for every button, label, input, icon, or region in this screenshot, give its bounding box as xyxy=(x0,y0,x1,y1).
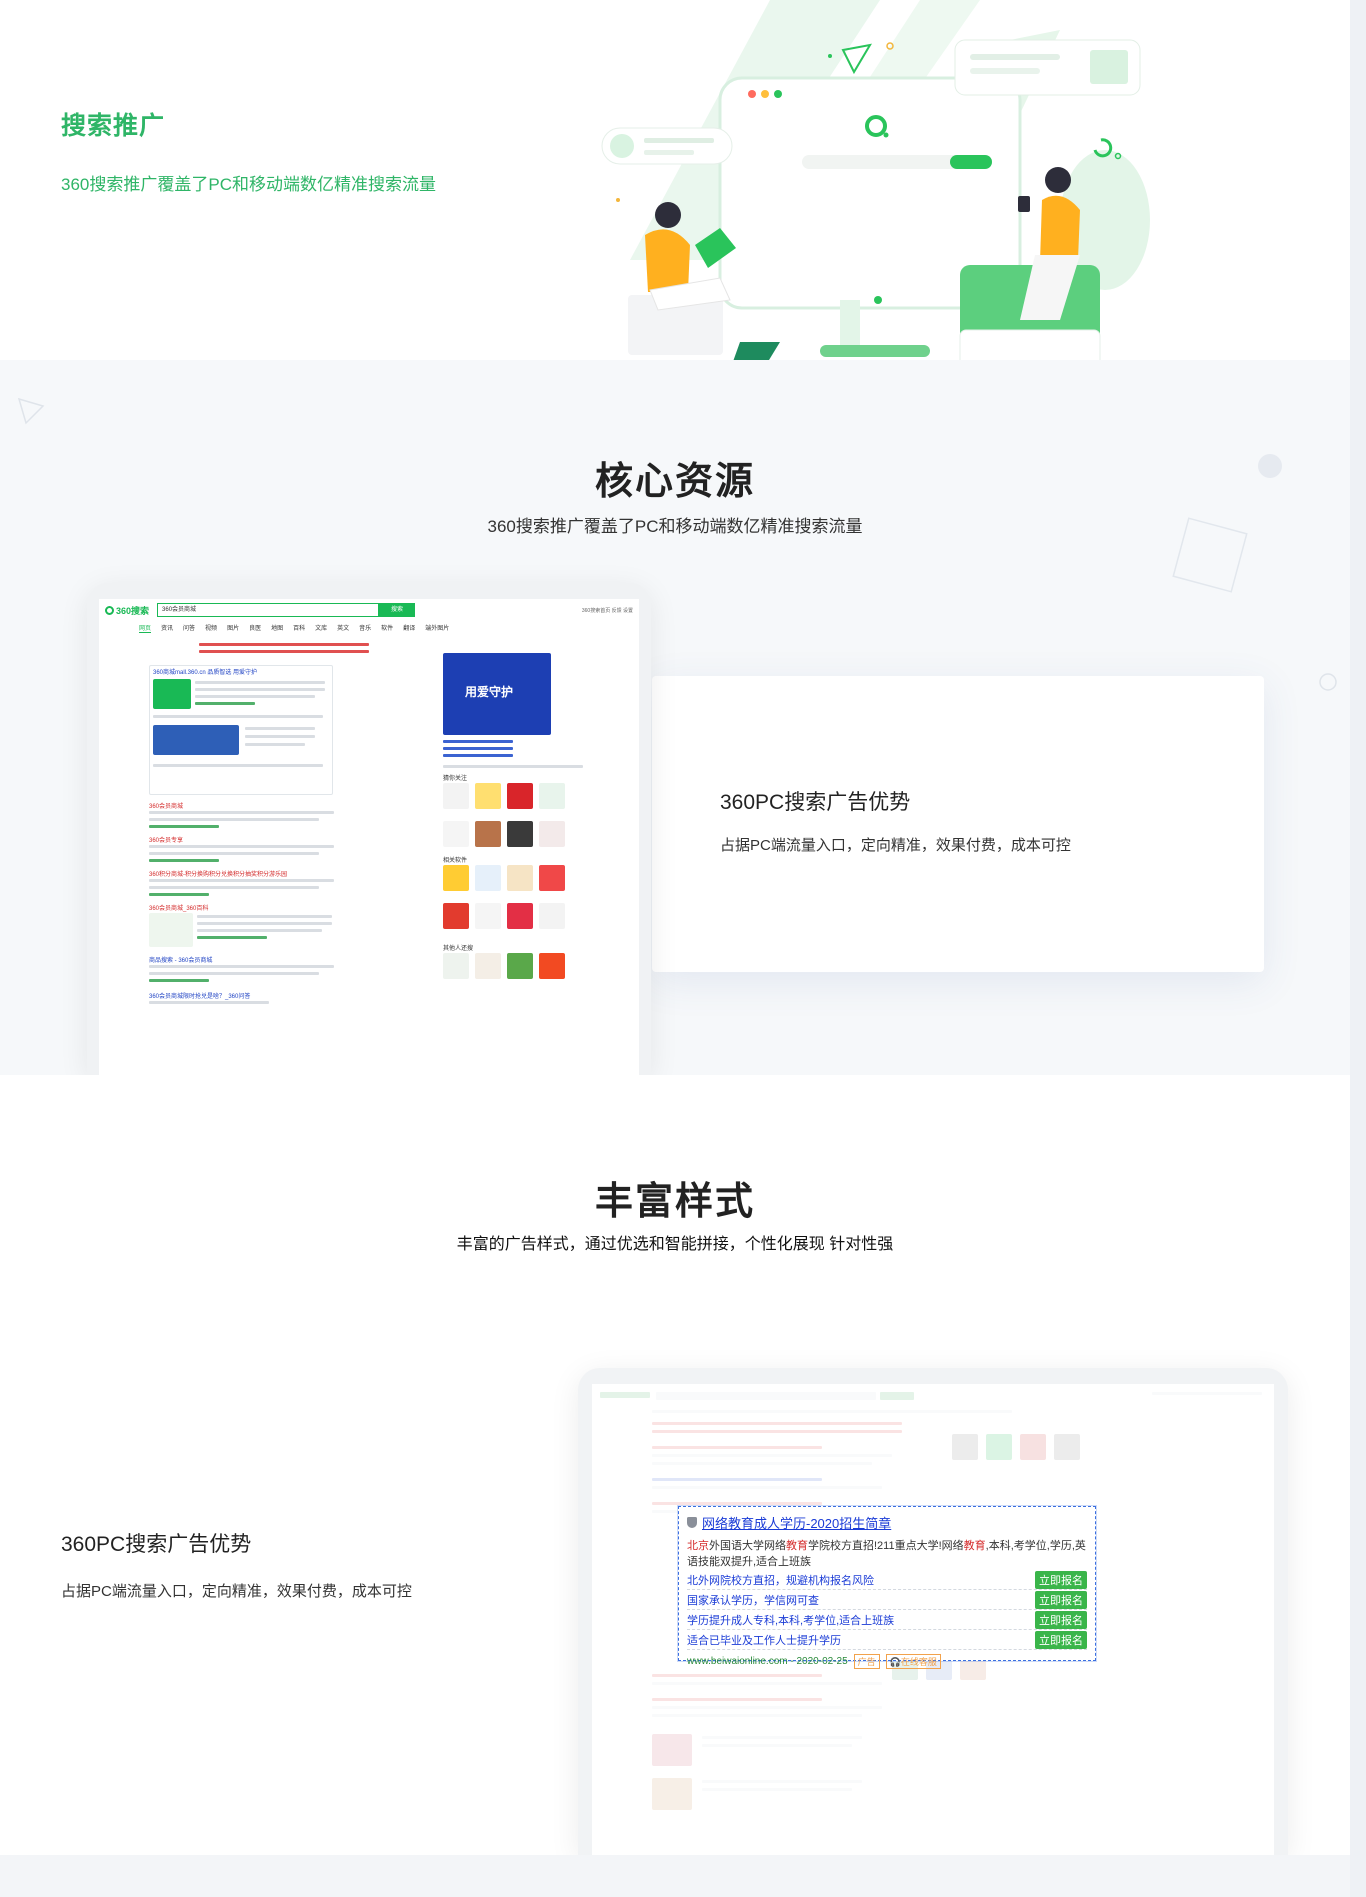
core-resources-subtitle: 360搜索推广覆盖了PC和移动端数亿精准搜索流量 xyxy=(487,517,863,536)
signup-button[interactable]: 立即报名 xyxy=(1035,1631,1087,1649)
ad-sublink[interactable]: 北外网院校方直招，规避机构报名风险 xyxy=(687,1572,874,1588)
search-tab[interactable]: 文库 xyxy=(315,623,327,633)
search-input[interactable]: 360会员商城 xyxy=(157,603,380,617)
search-tab[interactable]: 音乐 xyxy=(359,623,371,633)
ad-description: 北京外国语大学网络教育学院校方直招!211重点大学!网络教育,本科,考学位,学历… xyxy=(687,1540,1086,1568)
search-button[interactable]: 搜索 xyxy=(379,603,416,617)
pc-ad-advantage-card: 360PC搜索广告优势 占据PC端流量入口，定向精准，效果付费，成本可控 xyxy=(652,676,1264,972)
ad-sublink-row[interactable]: 学历提升成人专科,本科,考学位,适合上班族 立即报名 xyxy=(687,1611,1087,1630)
ad-tag: 广告 xyxy=(853,1654,880,1669)
side-banner-label: 用爱守护 xyxy=(465,685,514,699)
search-tab[interactable]: 问答 xyxy=(183,623,195,633)
core-resources-section: 核心资源 360搜索推广覆盖了PC和移动端数亿精准搜索流量 360PC搜索广告优… xyxy=(0,360,1350,1075)
hero-subtitle: 360搜索推广覆盖了PC和移动端数亿精准搜索流量 xyxy=(61,175,436,194)
decor-ring-icon xyxy=(1319,673,1337,691)
pc-ad-advantage-desc: 占据PC端流量入口，定向精准，效果付费，成本可控 xyxy=(61,1583,412,1600)
search-tab[interactable]: 良医 xyxy=(249,623,261,633)
pc-ad-advantage-title: 360PC搜索广告优势 xyxy=(61,1533,252,1556)
ad-title-link[interactable]: 网络教育成人学历-2020招生简章 xyxy=(687,1513,1087,1532)
ad-sublink[interactable]: 国家承认学历，学信网可查 xyxy=(687,1592,819,1608)
result-title[interactable]: 360会员商城限时抢兑是啥？_360问答 xyxy=(149,991,250,1000)
search-tab[interactable]: 资讯 xyxy=(161,623,173,633)
search-tab[interactable]: 百科 xyxy=(293,623,305,633)
search-tab[interactable]: 英文 xyxy=(337,623,349,633)
result-title[interactable]: 商品搜索 - 360会员商城 xyxy=(149,955,212,964)
search-logo: 360搜索 xyxy=(105,604,149,617)
side-section-label: 其他人还搜 xyxy=(443,946,474,952)
search-ad-card[interactable]: 网络教育成人学历-2020招生简章 北京外国语大学网络教育学院校方直招!211重… xyxy=(678,1506,1096,1669)
ad-sublink-row[interactable]: 适合已毕业及工作人士提升学历 立即报名 xyxy=(687,1631,1087,1650)
pc-ad-advantage-title: 360PC搜索广告优势 xyxy=(720,791,911,814)
ad-style-laptop: 网络教育成人学历-2020招生简章 北京外国语大学网络教育学院校方直招!211重… xyxy=(578,1368,1288,1855)
ad-title-text: 网络教育成人学历-2020招生简章 xyxy=(702,1516,892,1531)
search-tab[interactable]: 网页 xyxy=(139,623,152,633)
search-tab[interactable]: 端外图片 xyxy=(425,623,449,633)
online-service-button[interactable]: 🎧在线客服 xyxy=(885,1654,941,1669)
result-title[interactable]: 360会员商城_360百科 xyxy=(149,903,208,912)
rich-styles-title: 丰富样式 xyxy=(594,1181,755,1223)
result-title[interactable]: 360积分商城-积分换购积分兑换积分抽奖积分游乐园 xyxy=(149,869,287,878)
ad-display-url[interactable]: www.beiwaionline.com - 2020-02-25 xyxy=(687,1656,848,1667)
hero-illustration xyxy=(601,0,1150,390)
ad-style-screen: 网络教育成人学历-2020招生简章 北京外国语大学网络教育学院校方直招!211重… xyxy=(592,1384,1274,1855)
decor-triangle-icon xyxy=(17,397,45,425)
shield-icon xyxy=(687,1517,697,1528)
search-tab[interactable]: 图片 xyxy=(227,623,239,633)
hero-title: 搜索推广 xyxy=(61,112,166,140)
signup-button[interactable]: 立即报名 xyxy=(1035,1611,1087,1629)
result-title[interactable]: 360会员专享 xyxy=(149,835,183,844)
result-title[interactable]: 360会员商城 xyxy=(149,801,183,810)
page: 搜索推广 360搜索推广覆盖了PC和移动端数亿精准搜索流量 核心资源 360搜索… xyxy=(0,0,1366,1897)
bottom-band xyxy=(0,1855,1350,1897)
search-top-links[interactable]: 360搜索首页 反馈 设置 xyxy=(582,607,633,614)
rich-styles-subtitle: 丰富的广告样式，通过优选和智能拼接，个性化展现 针对性强 xyxy=(456,1236,894,1253)
rich-styles-section: 丰富样式 丰富的广告样式，通过优选和智能拼接，个性化展现 针对性强 360PC搜… xyxy=(0,1075,1350,1855)
search-tab[interactable]: 地图 xyxy=(271,623,283,633)
ad-footer: www.beiwaionline.com - 2020-02-25 广告 🎧在线… xyxy=(687,1654,1087,1669)
side-section-label: 猜你关注 xyxy=(443,776,468,782)
ad-sublink-row[interactable]: 北外网院校方直招，规避机构报名风险 立即报名 xyxy=(687,1571,1087,1590)
ad-sublink[interactable]: 适合已毕业及工作人士提升学历 xyxy=(687,1632,841,1648)
ad-sublink-row[interactable]: 国家承认学历，学信网可查 立即报名 xyxy=(687,1591,1087,1610)
search-tab[interactable]: 翻译 xyxy=(403,623,415,633)
ad-sublink[interactable]: 学历提升成人专科,本科,考学位,适合上班族 xyxy=(687,1612,894,1628)
hero-section: 搜索推广 360搜索推广覆盖了PC和移动端数亿精准搜索流量 xyxy=(0,0,1350,390)
search-tab[interactable]: 软件 xyxy=(381,623,393,633)
search-header: 360搜索 360会员商城 搜索 360搜索首页 反馈 设置 xyxy=(99,599,639,621)
signup-button[interactable]: 立即报名 xyxy=(1035,1571,1087,1589)
search-result-laptop: 360搜索 360会员商城 搜索 360搜索首页 反馈 设置 网页 资讯 问答 … xyxy=(87,583,651,1075)
search-tabs: 网页 资讯 问答 视频 图片 良医 地图 百科 文库 英文 音乐 软件 翻译 端… xyxy=(139,623,449,633)
result-title[interactable]: 360商城mall.360.cn 品质智选 用爱守护 xyxy=(153,667,257,676)
pc-ad-advantage-desc: 占据PC端流量入口，定向精准，效果付费，成本可控 xyxy=(720,837,1071,854)
core-resources-title: 核心资源 xyxy=(594,461,755,503)
page-scrollbar-track[interactable] xyxy=(1350,0,1366,1897)
side-section-label: 相关软件 xyxy=(443,858,468,864)
search-result-screen: 360搜索 360会员商城 搜索 360搜索首页 反馈 设置 网页 资讯 问答 … xyxy=(99,599,639,1075)
search-tab[interactable]: 视频 xyxy=(205,623,217,633)
signup-button[interactable]: 立即报名 xyxy=(1035,1591,1087,1609)
